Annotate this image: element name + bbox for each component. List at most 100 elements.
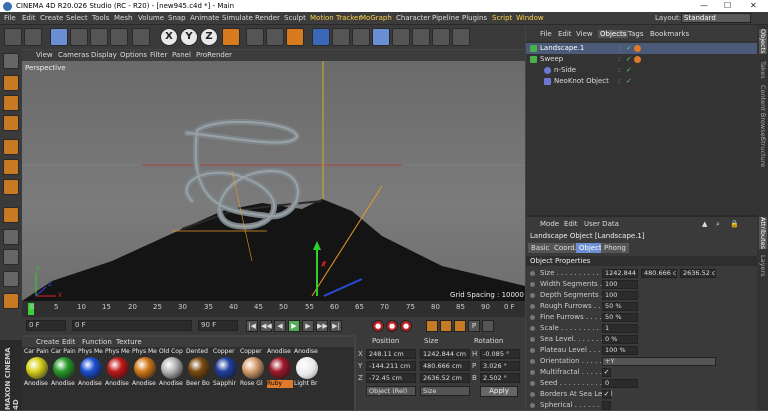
side-tab-takes[interactable]: Takes: [759, 61, 767, 79]
material-swatch[interactable]: Anodise Light Br: [294, 348, 320, 388]
points-mode-icon[interactable]: [3, 139, 19, 155]
menu-animate[interactable]: Animate: [190, 14, 219, 22]
menu-sculpt[interactable]: Sculpt: [284, 14, 306, 22]
menu-character[interactable]: Character: [396, 14, 431, 22]
y-axis-lock-icon[interactable]: Y: [180, 28, 198, 46]
visibility-dot[interactable]: :: [618, 45, 624, 52]
visibility-dot[interactable]: :: [618, 78, 624, 85]
autokey-icon[interactable]: ●: [386, 320, 398, 332]
attr-menu-user-data[interactable]: User Data: [584, 220, 619, 228]
size-mode-select[interactable]: Size: [420, 386, 470, 396]
visibility-dot[interactable]: :: [618, 67, 624, 74]
material-swatch[interactable]: Car Pain Anodise: [51, 348, 77, 388]
make-editable-icon[interactable]: [3, 53, 19, 69]
rot-h-field[interactable]: -0.085 °: [480, 349, 520, 359]
next-frame-icon[interactable]: ▶: [302, 320, 314, 332]
tweak-mode-icon[interactable]: [3, 229, 19, 245]
subdivision-icon[interactable]: [352, 28, 370, 46]
anim-dot[interactable]: [530, 337, 535, 342]
obj-menu-bookmarks[interactable]: Bookmarks: [650, 30, 689, 38]
obj-menu-file[interactable]: File: [540, 30, 552, 38]
material-swatch[interactable]: Copper Sapphir: [213, 348, 239, 388]
vp-menu-display[interactable]: Display: [91, 51, 117, 59]
x-axis-lock-icon[interactable]: X: [160, 28, 178, 46]
world-coords-icon[interactable]: [222, 28, 240, 46]
size-z-input[interactable]: 2636.52 ci: [680, 269, 716, 278]
pos-x-field[interactable]: 248.11 cm: [366, 349, 416, 359]
mat-menu-edit[interactable]: Edit: [62, 338, 76, 346]
layout-select[interactable]: Standard: [681, 13, 751, 23]
parameter-key-icon[interactable]: P: [468, 320, 480, 332]
anim-dot[interactable]: [530, 304, 535, 309]
vp-menu-prorender[interactable]: ProRender: [196, 51, 232, 59]
prev-frame-icon[interactable]: ◀: [274, 320, 286, 332]
deformer-icon[interactable]: [392, 28, 410, 46]
material-swatch[interactable]: Phys Me Anodise: [105, 348, 131, 388]
vp-menu-filter[interactable]: Filter: [150, 51, 167, 59]
scale-input[interactable]: 1: [602, 324, 638, 333]
material-tag-icon[interactable]: [634, 45, 641, 52]
material-tag-icon[interactable]: [634, 56, 641, 63]
pos-y-field[interactable]: -144.211 cm: [366, 361, 416, 371]
render-settings-icon[interactable]: [286, 28, 304, 46]
fine-furrows-input[interactable]: 50 %: [602, 313, 638, 322]
menu-volume[interactable]: Volume: [138, 14, 164, 22]
menu-mesh[interactable]: Mesh: [114, 14, 132, 22]
menu-create[interactable]: Create: [40, 14, 63, 22]
depth-segments-input[interactable]: 100: [602, 291, 638, 300]
menu-motion-tracker[interactable]: Motion Tracker: [310, 14, 361, 22]
search-icon[interactable]: ⌕: [716, 220, 720, 229]
menu-pipeline[interactable]: Pipeline: [432, 14, 459, 22]
side-tab-structure[interactable]: Structure: [759, 137, 767, 167]
attr-menu-edit[interactable]: Edit: [564, 220, 578, 228]
material-swatch[interactable]: Dented Beer Bo: [186, 348, 212, 388]
maximize-button[interactable]: ☐: [724, 1, 731, 10]
borders-checkbox[interactable]: ✓: [602, 390, 611, 399]
size-y-input[interactable]: 480.666 ci: [641, 269, 677, 278]
record-icon[interactable]: ●: [372, 320, 384, 332]
tab-basic[interactable]: Basic: [528, 243, 553, 253]
width-segments-input[interactable]: 100: [602, 280, 638, 289]
scale-key-icon[interactable]: [440, 320, 452, 332]
size-x-input[interactable]: 1242.844: [602, 269, 638, 278]
scale-tool-icon[interactable]: [90, 28, 108, 46]
timeline-ruler[interactable]: 0 5 10 15 20 25 30 35 40 45 50 55 60 65 …: [22, 301, 525, 317]
menu-mograph[interactable]: MoGraph: [360, 14, 392, 22]
z-axis-lock-icon[interactable]: Z: [200, 28, 218, 46]
snap-icon[interactable]: [3, 249, 19, 265]
visibility-dot[interactable]: :: [618, 56, 624, 63]
perspective-viewport[interactable]: Perspective Grid Spacing : 10000 cm Y Y …: [22, 61, 525, 301]
polygons-mode-icon[interactable]: [3, 179, 19, 195]
anim-dot[interactable]: [530, 293, 535, 298]
anim-dot[interactable]: [530, 271, 535, 276]
enable-check[interactable]: ✓: [626, 45, 632, 52]
light-icon[interactable]: [452, 28, 470, 46]
minimize-button[interactable]: —: [700, 1, 708, 10]
go-to-start-icon[interactable]: |◀: [246, 320, 258, 332]
material-swatch[interactable]: Copper Rose Gl: [240, 348, 266, 388]
side-tab-layers[interactable]: Layers: [759, 255, 767, 277]
material-swatch[interactable]: Phys Me Anodise: [132, 348, 158, 388]
menu-select[interactable]: Select: [66, 14, 88, 22]
menu-script[interactable]: Script: [492, 14, 512, 22]
menu-edit[interactable]: Edit: [22, 14, 36, 22]
pla-key-icon[interactable]: [482, 320, 494, 332]
floor-icon[interactable]: [412, 28, 430, 46]
material-swatch[interactable]: Phys Me Anodise: [78, 348, 104, 388]
material-swatch[interactable]: Old Cop Anodise: [159, 348, 185, 388]
object-row-landscape[interactable]: Landscape.1 : ✓: [526, 43, 757, 54]
workplane-icon[interactable]: [3, 115, 19, 131]
edges-mode-icon[interactable]: [3, 159, 19, 175]
axis-mode-icon[interactable]: [3, 207, 19, 223]
obj-menu-view[interactable]: View: [576, 30, 593, 38]
object-row-nside[interactable]: n-Side : ✓: [526, 65, 757, 76]
start-frame-field[interactable]: 0 F: [26, 320, 66, 331]
rotate-tool-icon[interactable]: [110, 28, 128, 46]
material-swatch[interactable]: Car Pain Anodise: [24, 348, 50, 388]
anim-dot[interactable]: [530, 370, 535, 375]
rot-p-field[interactable]: 3.026 °: [480, 361, 520, 371]
next-key-icon[interactable]: ▶▶: [316, 320, 328, 332]
keyframe-selection-icon[interactable]: ●: [400, 320, 412, 332]
attr-menu-mode[interactable]: Mode: [540, 220, 559, 228]
render-picture-viewer-icon[interactable]: [266, 28, 284, 46]
